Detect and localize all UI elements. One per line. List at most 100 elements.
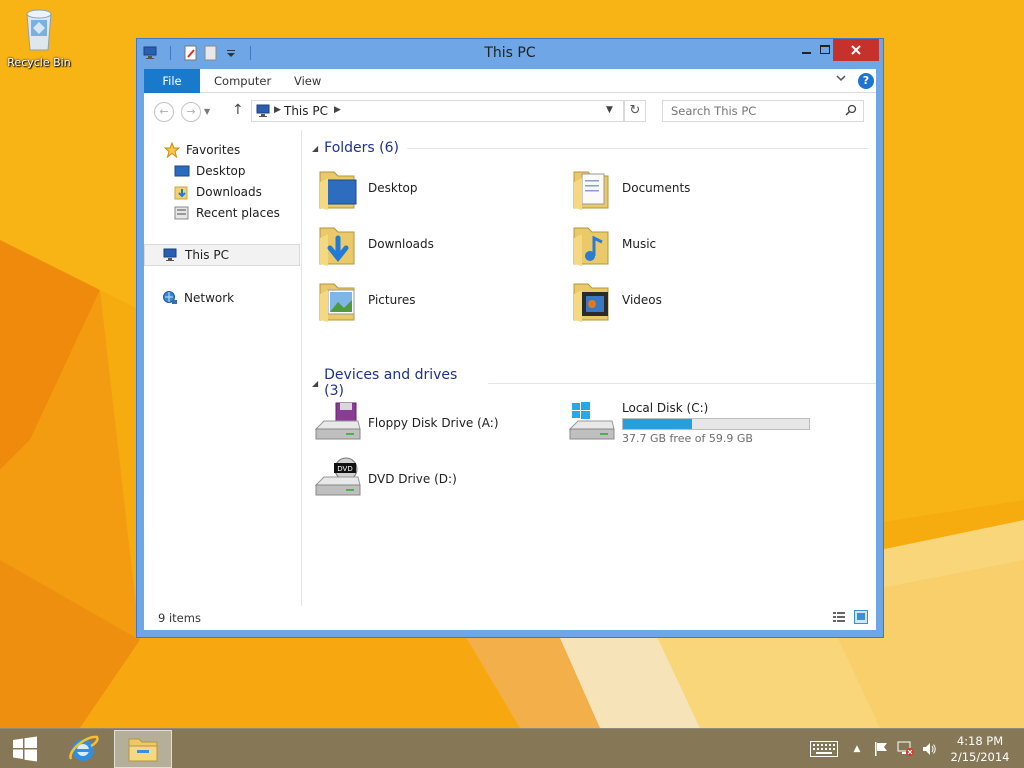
recycle-bin-label: Recycle Bin [7,56,71,69]
show-hidden-icons-icon[interactable]: ▲ [850,729,864,768]
tab-view[interactable]: View [294,69,321,93]
folder-documents-label: Documents [622,181,691,195]
desktop-icon [174,163,190,179]
computer-icon [163,247,179,263]
ribbon-tab-bar: File Computer View ? [144,69,876,93]
folder-videos[interactable]: Videos [562,274,792,326]
search-box[interactable] [662,100,864,122]
drive-dvd[interactable]: DVD DVD Drive (D:) [308,453,538,505]
network-status-icon[interactable] [896,729,916,768]
disk-usage-bar [622,418,810,430]
folder-videos-label: Videos [622,293,662,307]
address-field[interactable]: ▶ This PC ▶ ▼ [251,100,624,122]
breadcrumb-chevron-icon[interactable]: ▶ [334,105,341,115]
collapse-icon[interactable]: ◢ [312,379,318,388]
downloads-icon [174,184,190,200]
folder-desktop[interactable]: Desktop [308,162,538,214]
file-view: ◢ Folders (6) Desktop Documents Download… [304,130,876,606]
search-input[interactable] [663,101,843,121]
recycle-bin-shortcut[interactable]: Recycle Bin [6,6,72,69]
title-bar[interactable]: This PC [137,39,883,69]
file-explorer-button[interactable] [114,730,172,768]
group-header-devices[interactable]: ◢ Devices and drives (3) [312,367,876,399]
group-folders-title: Folders (6) [324,140,399,156]
group-header-folders[interactable]: ◢ Folders (6) [312,138,869,158]
breadcrumb-this-pc[interactable]: This PC [284,104,328,118]
desktop-folder-icon [314,164,362,212]
folder-documents[interactable]: Documents [562,162,792,214]
downloads-folder-icon [314,220,362,268]
system-clock[interactable]: 4:18 PM 2/15/2014 [944,733,1016,765]
folder-music[interactable]: Music [562,218,792,270]
large-icons-view-icon[interactable] [854,610,868,624]
window-title: This PC [484,45,536,61]
internet-explorer-button[interactable] [58,729,108,768]
nav-network-label: Network [184,291,235,305]
item-count: 9 items [158,611,201,625]
nav-this-pc-label: This PC [185,248,229,262]
nav-desktop[interactable]: Desktop [144,161,300,181]
content-area: Favorites Desktop Downloads Recent place… [144,130,876,630]
drive-local-disk[interactable]: Local Disk (C:) 37.7 GB free of 59.9 GB [562,397,810,449]
tab-computer[interactable]: Computer [214,69,271,93]
nav-downloads-label: Downloads [196,185,262,199]
volume-icon[interactable] [920,729,938,768]
internet-explorer-icon [69,735,99,761]
local-disk-info: Local Disk (C:) 37.7 GB free of 59.9 GB [622,401,810,445]
status-bar: 9 items [144,606,876,630]
forward-button[interactable]: → [181,102,201,122]
disk-usage-fill [623,419,692,429]
music-folder-icon [568,220,616,268]
close-button[interactable] [833,39,879,61]
nav-downloads[interactable]: Downloads [144,182,300,202]
up-button[interactable]: ↑ [232,102,244,118]
navigation-pane: Favorites Desktop Downloads Recent place… [144,130,302,606]
nav-recent-places-label: Recent places [196,206,280,220]
breadcrumb-chevron-icon[interactable]: ▶ [274,105,281,115]
drive-local-disk-free: 37.7 GB free of 59.9 GB [622,432,753,445]
clock-time: 4:18 PM [956,734,1004,748]
network-icon [162,290,178,306]
nav-network[interactable]: Network [144,288,300,308]
close-icon [851,45,861,55]
drive-floppy-label: Floppy Disk Drive (A:) [368,416,499,430]
folder-pictures-label: Pictures [368,293,416,307]
nav-favorites[interactable]: Favorites [144,140,300,160]
action-center-flag-icon[interactable] [872,729,890,768]
drive-dvd-label: DVD Drive (D:) [368,472,457,486]
collapse-icon[interactable]: ◢ [312,144,318,153]
recent-locations-chevron-icon[interactable]: ▼ [204,107,210,116]
drive-local-disk-label: Local Disk (C:) [622,401,709,415]
recent-places-icon [174,205,190,221]
start-button[interactable] [0,729,50,768]
expand-ribbon-icon[interactable] [836,74,850,88]
nav-favorites-label: Favorites [186,143,241,157]
folder-pictures[interactable]: Pictures [308,274,538,326]
address-dropdown-icon[interactable]: ▼ [606,105,613,115]
search-icon[interactable] [845,104,857,119]
address-bar-row: ← → ▼ ↑ ▶ This PC ▶ ▼ ↻ [144,93,876,130]
local-disk-icon [568,399,616,447]
folder-downloads[interactable]: Downloads [308,218,538,270]
nav-this-pc[interactable]: This PC [144,244,300,266]
folder-desktop-label: Desktop [368,181,418,195]
touch-keyboard-icon[interactable] [808,729,840,768]
pictures-folder-icon [314,276,362,324]
back-button[interactable]: ← [154,102,174,122]
help-icon[interactable]: ? [858,73,874,89]
nav-recent-places[interactable]: Recent places [144,203,300,223]
maximize-icon [820,45,830,54]
tab-file[interactable]: File [144,69,200,93]
file-explorer-icon [128,738,158,762]
taskbar: ▲ 4:18 PM 2/15/2014 [0,728,1024,768]
details-view-icon[interactable] [832,610,846,624]
explorer-window: This PC File Computer View ? ← → ▼ ↑ ▶ T… [136,38,884,638]
group-divider [487,382,876,384]
computer-icon [256,104,272,121]
nav-desktop-label: Desktop [196,164,246,178]
folder-music-label: Music [622,237,657,251]
windows-logo-icon [13,736,37,762]
drive-floppy[interactable]: Floppy Disk Drive (A:) [308,397,538,449]
group-devices-title: Devices and drives (3) [324,367,458,399]
refresh-button[interactable]: ↻ [624,100,646,122]
